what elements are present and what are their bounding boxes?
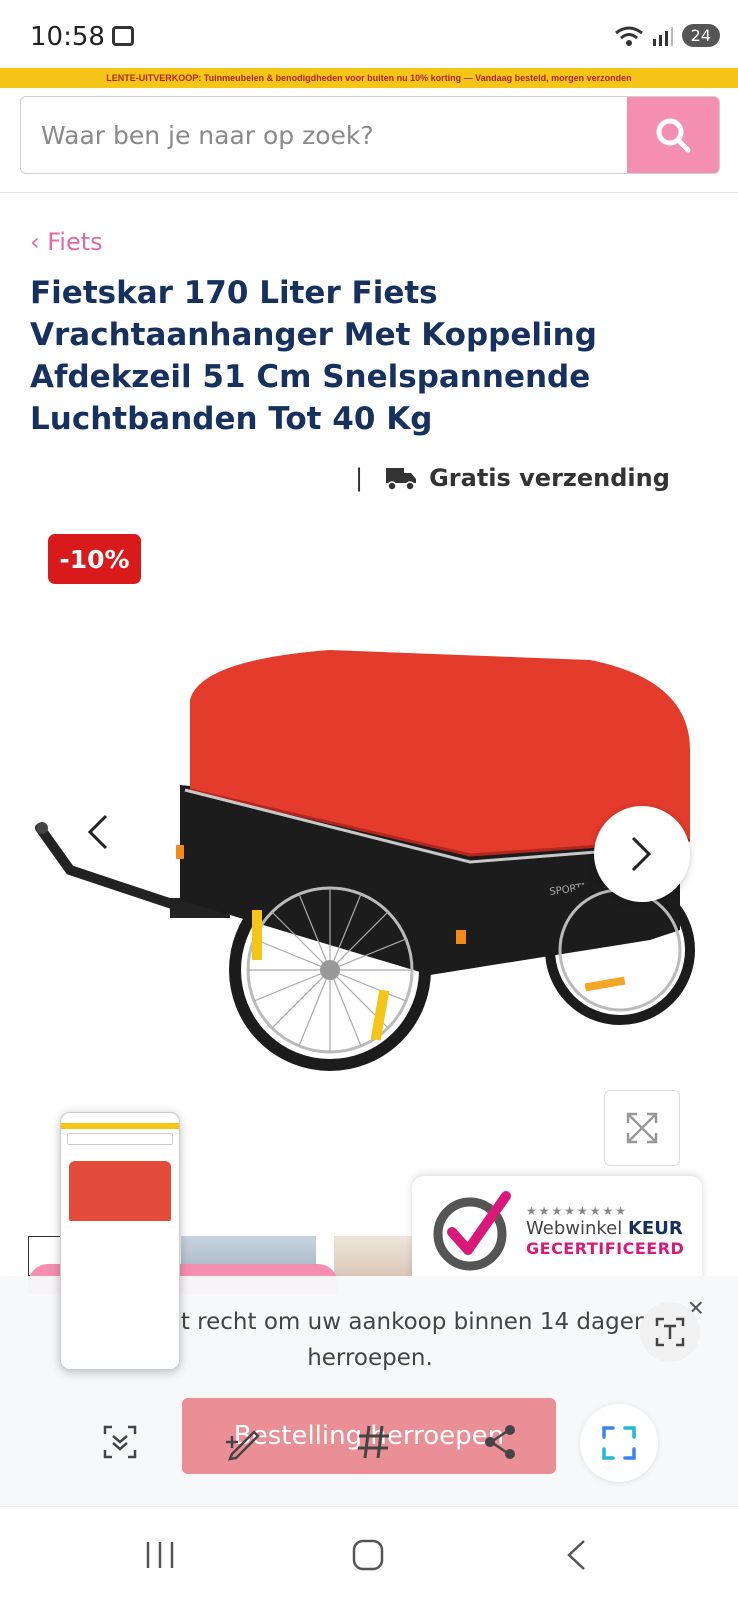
search-bar bbox=[20, 96, 720, 174]
back-button[interactable] bbox=[546, 1535, 606, 1575]
webwinkel-keur-badge[interactable]: ★★★★★★★★ Webwinkel KEUR GECERTIFICEERD bbox=[412, 1176, 702, 1286]
discount-badge: -10% bbox=[48, 534, 141, 584]
search-icon bbox=[656, 118, 691, 153]
share-button[interactable] bbox=[478, 1420, 522, 1464]
separator: | bbox=[355, 464, 364, 492]
back-icon bbox=[567, 1540, 585, 1570]
promo-text: LENTE-UITVERKOOP: Tuinmeubelen & benodig… bbox=[106, 73, 632, 83]
preview-promo-bar bbox=[61, 1123, 179, 1129]
screenshot-preview[interactable] bbox=[60, 1112, 180, 1370]
webwinkel-certified: GECERTIFICEERD bbox=[526, 1239, 685, 1258]
webwinkel-check-icon bbox=[433, 1191, 511, 1271]
hashtag-icon bbox=[358, 1425, 389, 1459]
pen-icon bbox=[226, 1430, 260, 1461]
screen-cast-icon bbox=[112, 26, 134, 46]
capture-area-button[interactable] bbox=[580, 1404, 658, 1482]
scroll-capture-button[interactable] bbox=[100, 1422, 140, 1462]
tag-button[interactable] bbox=[352, 1420, 396, 1464]
home-button[interactable] bbox=[338, 1535, 398, 1575]
status-time: 10:58 bbox=[30, 22, 105, 52]
webwinkel-prefix: Webwinkel bbox=[526, 1218, 623, 1239]
share-icon bbox=[485, 1425, 515, 1459]
expand-icon bbox=[626, 1112, 658, 1144]
extract-text-button[interactable] bbox=[640, 1302, 700, 1362]
status-bar: 10:58 24 bbox=[0, 0, 738, 68]
home-icon bbox=[352, 1539, 384, 1571]
promo-banner[interactable]: LENTE-UITVERKOOP: Tuinmeubelen & benodig… bbox=[0, 68, 738, 88]
webwinkel-keur: KEUR bbox=[627, 1218, 683, 1239]
chevron-right-icon bbox=[631, 836, 652, 872]
recents-button[interactable] bbox=[130, 1535, 190, 1575]
scroll-capture-icon bbox=[103, 1425, 137, 1459]
gallery-prev-button[interactable] bbox=[75, 810, 119, 854]
crop-capture-icon bbox=[602, 1426, 636, 1460]
signal-icon bbox=[652, 26, 673, 46]
breadcrumb[interactable]: ‹ Fiets bbox=[30, 228, 103, 256]
breadcrumb-label: Fiets bbox=[47, 228, 103, 256]
shipping-label: Gratis verzending bbox=[429, 464, 670, 492]
wifi-icon bbox=[614, 26, 643, 46]
fullscreen-button[interactable] bbox=[604, 1090, 680, 1166]
status-icons: 24 bbox=[614, 24, 720, 47]
webwinkel-title: Webwinkel KEUR bbox=[526, 1218, 684, 1239]
recents-icon bbox=[146, 1542, 174, 1568]
truck-icon bbox=[386, 468, 417, 491]
product-title: Fietskar 170 Liter Fiets Vrachtaanhanger… bbox=[30, 275, 597, 437]
shipping-info: | Gratis verzending bbox=[355, 464, 670, 492]
gallery-next-button[interactable] bbox=[594, 806, 690, 902]
rating-stars: ★★★★★★★★ bbox=[526, 1204, 629, 1218]
search-input[interactable] bbox=[21, 97, 627, 173]
scan-text-icon bbox=[655, 1317, 685, 1347]
preview-image bbox=[69, 1161, 171, 1221]
chevron-left-icon bbox=[87, 814, 108, 850]
webwinkel-text: ★★★★★★★★ Webwinkel KEUR GECERTIFICEERD bbox=[526, 1204, 684, 1258]
preview-search bbox=[67, 1133, 173, 1145]
battery-icon: 24 bbox=[681, 24, 720, 47]
chevron-left-icon: ‹ bbox=[30, 228, 48, 256]
system-nav-bar bbox=[0, 1506, 738, 1600]
draw-button[interactable] bbox=[222, 1420, 266, 1464]
search-button[interactable] bbox=[627, 97, 719, 173]
header-divider bbox=[0, 192, 738, 193]
